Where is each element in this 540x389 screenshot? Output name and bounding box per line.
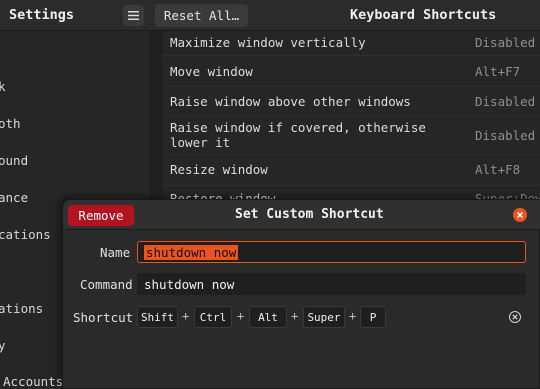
key-separator: + — [182, 309, 190, 323]
name-input[interactable]: shutdown now — [137, 241, 526, 263]
dialog-header: Remove Set Custom Shortcut — [63, 200, 540, 230]
key-shift: Shift — [137, 306, 178, 328]
shortcut-label: Shortcut — [73, 310, 134, 325]
shortcut-binding: Disabled — [475, 94, 536, 109]
sidebar-item-notifications[interactable]: cations — [0, 227, 51, 242]
shortcut-row[interactable]: Move window Alt+F7 — [163, 57, 540, 87]
name-label: Name — [100, 245, 131, 260]
shortcut-name: Resize window — [170, 162, 268, 177]
shortcut-row[interactable]: Raise window above other windows Disable… — [163, 88, 540, 116]
shortcut-row[interactable]: Resize window Alt+F8 — [163, 156, 540, 186]
reset-all-button[interactable]: Reset All… — [155, 4, 248, 27]
panel-title: Keyboard Shortcuts — [350, 7, 497, 23]
sidebar-item-online-accounts[interactable]: Accounts — [3, 374, 63, 389]
sidebar-item-privacy[interactable]: y — [0, 338, 6, 353]
close-icon — [517, 212, 523, 218]
hamburger-icon — [128, 11, 139, 20]
sidebar-item-appearance[interactable]: ance — [0, 190, 28, 205]
key-separator: + — [291, 309, 299, 323]
settings-window: Settings Reset All… Keyboard Shortcuts k… — [0, 0, 540, 389]
menu-button[interactable] — [123, 5, 144, 26]
shortcut-name: Raise window if covered, otherwise lower… — [170, 120, 426, 150]
header-bar: Settings Reset All… Keyboard Shortcuts — [0, 0, 540, 31]
shortcut-binding: Alt+F8 — [475, 162, 521, 177]
key-p: P — [360, 306, 386, 328]
key-super: Super — [303, 306, 345, 328]
sidebar-item-background[interactable]: ound — [0, 153, 28, 168]
shortcut-binding: Disabled — [475, 35, 536, 50]
remove-button[interactable]: Remove — [68, 205, 134, 226]
key-alt: Alt — [249, 306, 287, 328]
shortcut-name: Raise window above other windows — [170, 94, 411, 109]
shortcut-name: Move window — [170, 64, 253, 79]
key-separator: + — [349, 309, 357, 323]
close-button[interactable] — [513, 208, 527, 222]
clear-shortcut-button[interactable] — [509, 311, 521, 323]
shortcut-row[interactable]: Raise window if covered, otherwise lower… — [163, 117, 540, 155]
sidebar-item-bluetooth[interactable]: oth — [0, 116, 21, 131]
app-title: Settings — [9, 7, 75, 23]
command-input[interactable]: shutdown now — [137, 273, 526, 295]
shortcut-binding: Disabled — [475, 128, 536, 143]
key-ctrl: Ctrl — [194, 306, 232, 328]
shortcut-row[interactable]: Maximize window vertically Disabled — [163, 31, 540, 56]
sidebar-item-network[interactable]: k — [0, 79, 6, 94]
clear-icon — [512, 314, 518, 320]
dialog-title: Set Custom Shortcut — [235, 207, 384, 222]
key-separator: + — [237, 309, 245, 323]
shortcut-name: Maximize window vertically — [170, 35, 366, 50]
command-label: Command — [80, 277, 133, 292]
command-input-value: shutdown now — [144, 277, 235, 292]
name-input-value: shutdown now — [144, 245, 239, 260]
shortcut-binding: Alt+F7 — [475, 64, 521, 79]
sidebar-item-applications[interactable]: ations — [0, 301, 43, 316]
